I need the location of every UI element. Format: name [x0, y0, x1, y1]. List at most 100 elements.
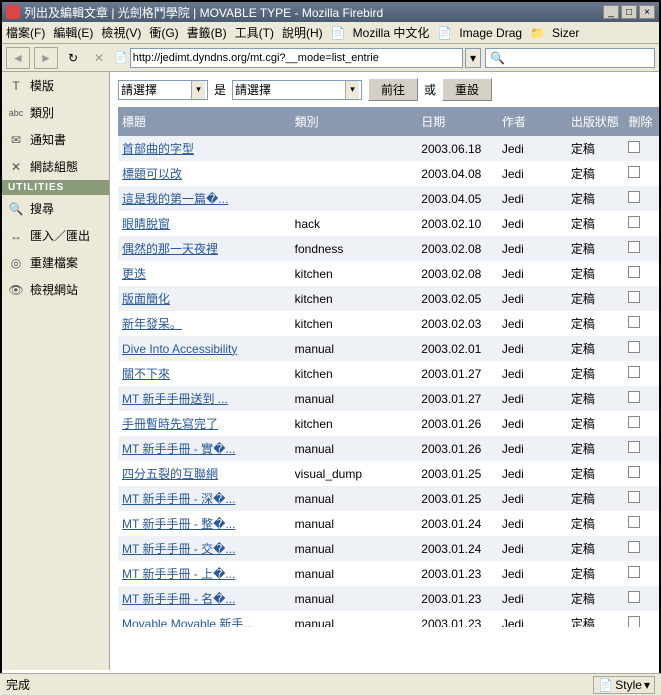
- entry-title-link[interactable]: MT 新手手冊 - 深�...: [122, 492, 235, 506]
- entry-category: kitchen: [291, 361, 418, 386]
- menu-view[interactable]: 檢視(V): [101, 24, 141, 41]
- delete-checkbox[interactable]: [628, 341, 640, 353]
- entry-title-link[interactable]: 標題可以改: [122, 167, 182, 181]
- entry-category: manual: [291, 486, 418, 511]
- sidebar-item-categories[interactable]: abc類別: [2, 99, 109, 126]
- entry-title-link[interactable]: 眼睛脫窗: [122, 217, 170, 231]
- entry-author: Jedi: [498, 386, 567, 411]
- menu-help[interactable]: 說明(H): [282, 24, 323, 41]
- delete-checkbox[interactable]: [628, 191, 640, 203]
- entry-date: 2003.02.05: [417, 286, 498, 311]
- col-category: 類別: [291, 107, 418, 136]
- delete-checkbox[interactable]: [628, 591, 640, 603]
- menu-sizer[interactable]: Sizer: [552, 26, 579, 40]
- menu-mozilla-zh[interactable]: Mozilla 中文化: [353, 24, 430, 41]
- filter-row: 請選擇▾ 是 請選擇▾ 前往 或 重設: [118, 72, 659, 107]
- delete-checkbox[interactable]: [628, 391, 640, 403]
- sidebar-item-templates[interactable]: T模版: [2, 72, 109, 99]
- entry-status: 定稿: [567, 586, 625, 611]
- sidebar-item-config[interactable]: ✕網誌組態: [2, 153, 109, 180]
- sidebar-item-notifications[interactable]: ✉通知書: [2, 126, 109, 153]
- entry-category: manual: [291, 586, 418, 611]
- menu-edit[interactable]: 編輯(E): [53, 24, 93, 41]
- entry-title-link[interactable]: MT 新手手冊 - 整�...: [122, 517, 235, 531]
- delete-checkbox[interactable]: [628, 366, 640, 378]
- reset-button[interactable]: 重設: [442, 78, 492, 101]
- style-button[interactable]: 📄 Style ▾: [593, 676, 655, 694]
- delete-checkbox[interactable]: [628, 241, 640, 253]
- entry-author: Jedi: [498, 536, 567, 561]
- reload-button[interactable]: ↻: [62, 47, 84, 69]
- delete-checkbox[interactable]: [628, 466, 640, 478]
- entry-title-link[interactable]: MT 新手手冊 - 實�...: [122, 442, 235, 456]
- menu-go[interactable]: 衝(G): [149, 24, 178, 41]
- entry-title-link[interactable]: Movable Movable 新手...: [122, 617, 253, 627]
- back-button[interactable]: ◄: [6, 47, 30, 69]
- delete-checkbox[interactable]: [628, 566, 640, 578]
- site-icon: 📄: [114, 51, 128, 64]
- entry-title-link[interactable]: MT 新手手冊 - 上�...: [122, 567, 235, 581]
- delete-checkbox[interactable]: [628, 441, 640, 453]
- forward-button[interactable]: ►: [34, 47, 58, 69]
- delete-checkbox[interactable]: [628, 616, 640, 627]
- delete-checkbox[interactable]: [628, 291, 640, 303]
- entry-title-link[interactable]: 更迭: [122, 267, 146, 281]
- entry-category: kitchen: [291, 311, 418, 336]
- entry-title-link[interactable]: 手冊暫時先寫完了: [122, 417, 218, 431]
- delete-checkbox[interactable]: [628, 541, 640, 553]
- entry-title-link[interactable]: 關不下來: [122, 367, 170, 381]
- delete-checkbox[interactable]: [628, 216, 640, 228]
- filter-value-select[interactable]: 請選擇▾: [232, 80, 362, 100]
- menu-file[interactable]: 檔案(F): [6, 24, 45, 41]
- entry-title-link[interactable]: 這是我的第一篇�...: [122, 192, 228, 206]
- delete-checkbox[interactable]: [628, 416, 640, 428]
- url-dropdown[interactable]: ▾: [465, 48, 481, 68]
- go-button[interactable]: 前往: [368, 78, 418, 101]
- sidebar-item-rebuild[interactable]: ◎重建檔案: [2, 249, 109, 276]
- sidebar-item-import-export[interactable]: ↔匯入／匯出: [2, 222, 109, 249]
- delete-checkbox[interactable]: [628, 266, 640, 278]
- table-row: Dive Into Accessibilitymanual2003.02.01J…: [118, 336, 659, 361]
- sidebar-item-view-site[interactable]: 👁檢視網站: [2, 276, 109, 303]
- entry-title-link[interactable]: MT 新手手冊 - 交�...: [122, 542, 235, 556]
- entry-title-link[interactable]: MT 新手手冊 - 名�...: [122, 592, 235, 606]
- entry-title-link[interactable]: 偶然的那一天夜裡: [122, 242, 218, 256]
- entry-author: Jedi: [498, 611, 567, 627]
- url-input[interactable]: http://jedimt.dyndns.org/mt.cgi?__mode=l…: [130, 48, 463, 68]
- entry-title-link[interactable]: 版面簡化: [122, 292, 170, 306]
- entry-title-link[interactable]: MT 新手手冊送到 ...: [122, 392, 228, 406]
- entry-title-link[interactable]: Dive Into Accessibility: [122, 342, 237, 356]
- table-row: 關不下來kitchen2003.01.27Jedi定稿: [118, 361, 659, 386]
- menu-bookmarks[interactable]: 書籤(B): [187, 24, 227, 41]
- delete-checkbox[interactable]: [628, 516, 640, 528]
- entry-date: 2003.04.05: [417, 186, 498, 211]
- entry-title-link[interactable]: 首部曲的字型: [122, 142, 194, 156]
- entry-date: 2003.02.01: [417, 336, 498, 361]
- entry-category: manual: [291, 511, 418, 536]
- entry-category: hack: [291, 211, 418, 236]
- delete-checkbox[interactable]: [628, 491, 640, 503]
- entry-author: Jedi: [498, 286, 567, 311]
- close-button[interactable]: ×: [639, 5, 655, 19]
- maximize-button[interactable]: □: [621, 5, 637, 19]
- entry-author: Jedi: [498, 236, 567, 261]
- entry-category: kitchen: [291, 286, 418, 311]
- menu-image-drag[interactable]: Image Drag: [459, 26, 522, 40]
- col-delete: 刪除: [624, 107, 659, 136]
- entry-status: 定稿: [567, 311, 625, 336]
- delete-checkbox[interactable]: [628, 141, 640, 153]
- minimize-button[interactable]: _: [603, 5, 619, 19]
- entry-title-link[interactable]: 四分五裂的互聯網: [122, 467, 218, 481]
- entry-date: 2003.01.27: [417, 361, 498, 386]
- delete-checkbox[interactable]: [628, 166, 640, 178]
- table-row: 新年發呆。kitchen2003.02.03Jedi定稿: [118, 311, 659, 336]
- menu-tools[interactable]: 工具(T): [235, 24, 274, 41]
- table-row: Movable Movable 新手...manual2003.01.23Jed…: [118, 611, 659, 627]
- filter-field-select[interactable]: 請選擇▾: [118, 80, 208, 100]
- sidebar-item-search[interactable]: 🔍搜尋: [2, 195, 109, 222]
- entry-status: 定稿: [567, 386, 625, 411]
- delete-checkbox[interactable]: [628, 316, 640, 328]
- entry-title-link[interactable]: 新年發呆。: [122, 317, 182, 331]
- search-input[interactable]: 🔍: [485, 48, 655, 68]
- stop-button[interactable]: ✕: [88, 47, 110, 69]
